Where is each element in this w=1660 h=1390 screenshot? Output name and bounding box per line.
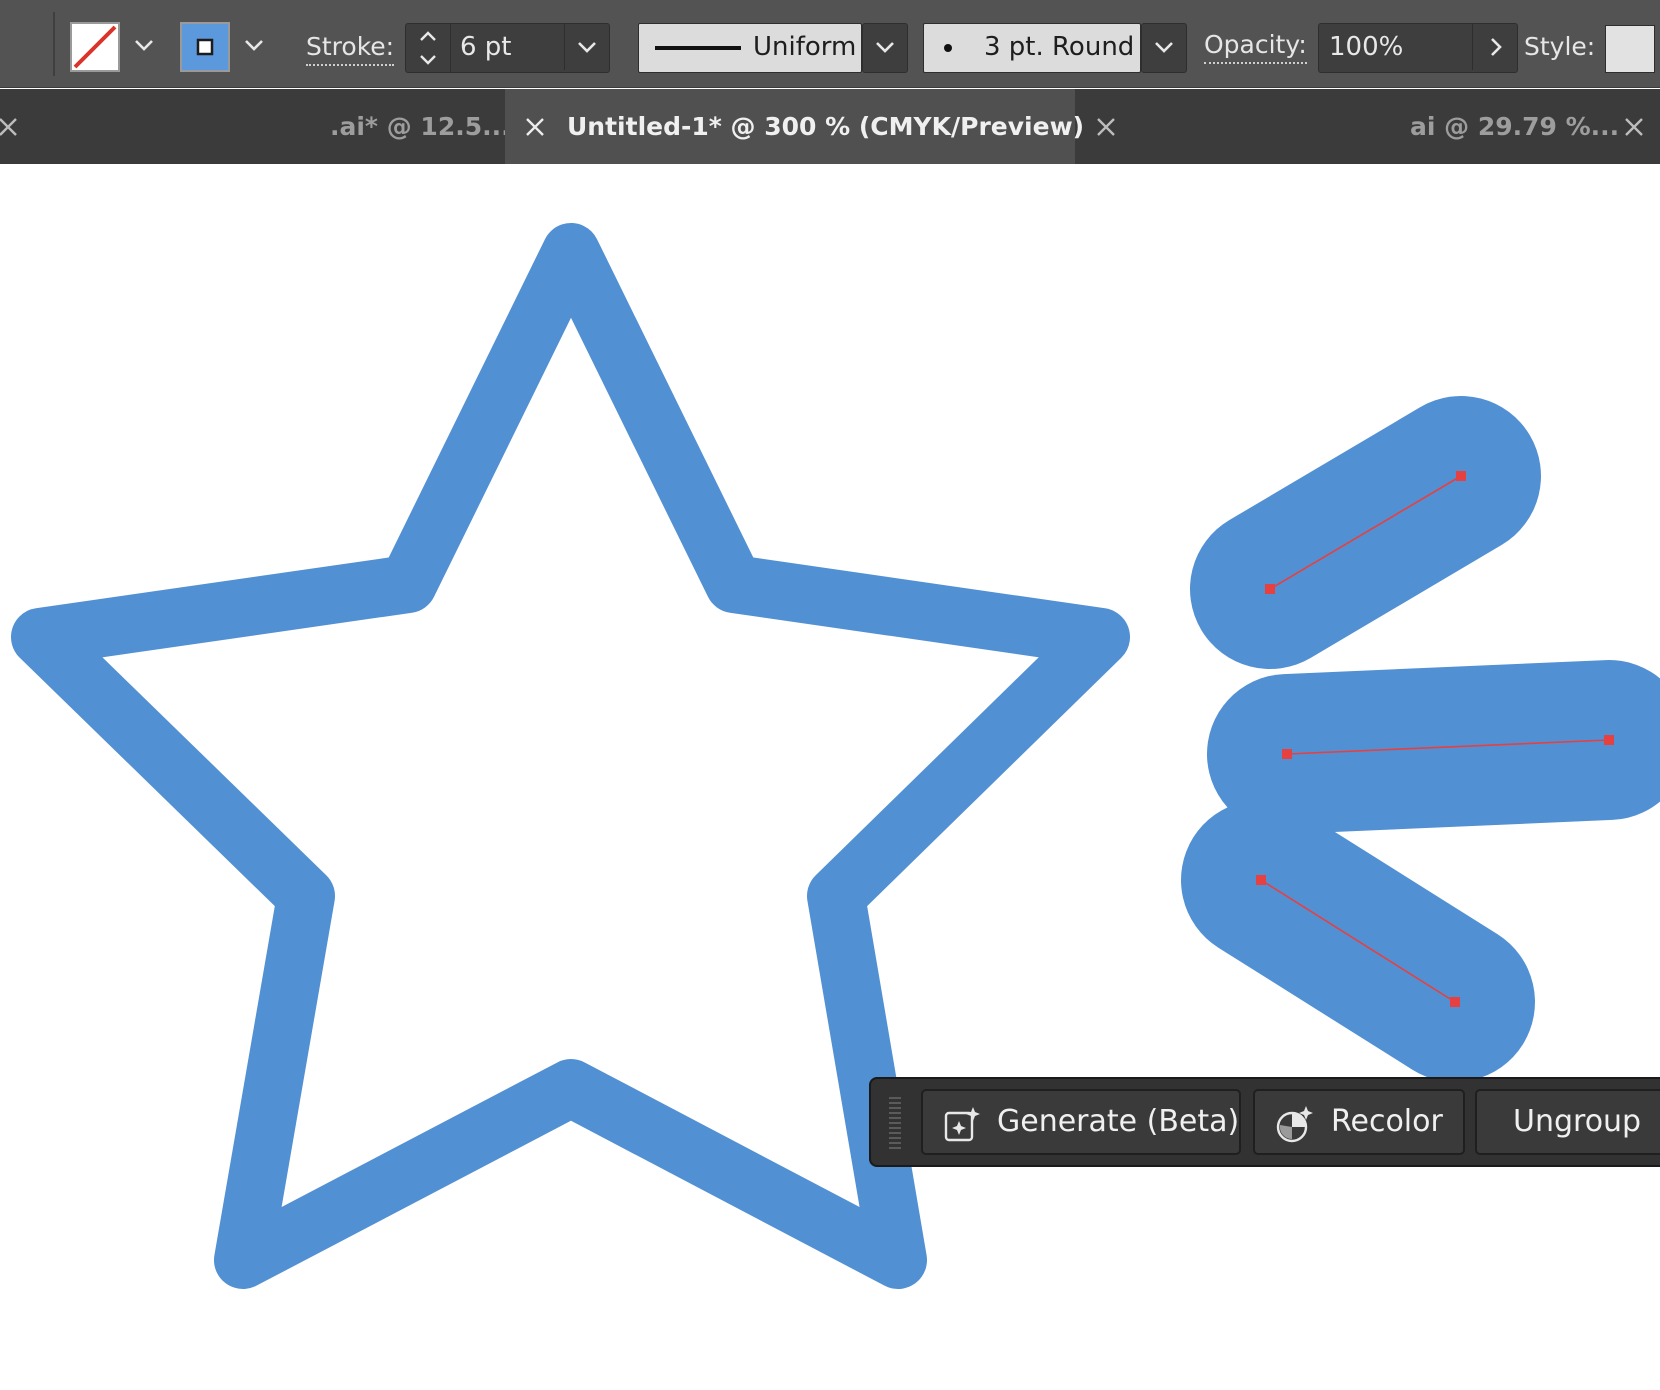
stroke-weight-field[interactable]: 6 pt (405, 23, 610, 73)
brush-value: 3 pt. Round (984, 32, 1135, 62)
ungroup-button[interactable]: Ungroup (1475, 1089, 1660, 1155)
chevron-down-icon (876, 42, 894, 53)
graphic-style-swatch[interactable] (1605, 25, 1655, 73)
uniform-profile-line-icon (655, 46, 741, 50)
close-tab-icon[interactable] (1620, 113, 1648, 141)
profile-value: Uniform (753, 32, 857, 62)
anchor-point[interactable] (1282, 749, 1292, 759)
stroke-swatch-icon (196, 38, 214, 56)
document-tab-bar: .ai* @ 12.5... Untitled-1* @ 300 % (CMYK… (0, 89, 1660, 164)
generate-beta-button[interactable]: Generate (Beta) (921, 1089, 1241, 1155)
tab-doc-1[interactable]: .ai* @ 12.5... (330, 89, 511, 164)
stroke-weight-dropdown[interactable] (564, 24, 609, 70)
no-fill-swatch-icon (73, 25, 117, 69)
chevron-down-icon (245, 40, 263, 51)
profile-dropdown[interactable]: Uniform (638, 23, 862, 73)
brush-dropdown[interactable]: 3 pt. Round (923, 23, 1141, 73)
recolor-icon (1275, 1105, 1313, 1143)
taskbar-drag-handle[interactable] (889, 1097, 901, 1149)
close-tab-icon[interactable] (0, 113, 22, 141)
fill-swatch[interactable] (70, 22, 120, 72)
chevron-down-icon (1155, 42, 1173, 53)
sparkle-strokes[interactable] (1181, 396, 1660, 1082)
control-bar-grip (53, 12, 55, 76)
chevron-down-icon (578, 42, 596, 53)
tab-label: Untitled-1* @ 300 % (CMYK/Preview) (567, 112, 1085, 141)
opacity-label[interactable]: Opacity: (1204, 22, 1307, 64)
opacity-expand-button[interactable] (1472, 24, 1517, 70)
style-label: Style: (1524, 32, 1596, 61)
recolor-label: Recolor (1331, 1104, 1443, 1139)
opacity-field[interactable]: 100% (1318, 23, 1518, 73)
opacity-value[interactable]: 100% (1329, 24, 1403, 70)
stroke-weight-stepper[interactable] (406, 24, 451, 72)
recolor-button[interactable]: Recolor (1253, 1089, 1465, 1155)
round-brush-dot-icon (944, 44, 952, 52)
ungroup-label: Ungroup (1513, 1104, 1642, 1139)
tab-untitled-1[interactable]: Untitled-1* @ 300 % (CMYK/Preview) (505, 89, 1084, 164)
brush-dropdown-chevron[interactable] (1141, 23, 1187, 73)
artboard-canvas[interactable] (0, 165, 1660, 1390)
contextual-taskbar: Generate (Beta) Recolor Ungroup (869, 1077, 1660, 1167)
stroke-swatch[interactable] (180, 22, 230, 72)
profile-dropdown-chevron[interactable] (862, 23, 908, 73)
anchor-point[interactable] (1265, 584, 1275, 594)
control-bar: Stroke: 6 pt Uniform 3 pt. Round Opacity… (0, 0, 1660, 88)
close-tab-icon[interactable] (1092, 113, 1120, 141)
anchor-point[interactable] (1256, 875, 1266, 885)
stroke-label[interactable]: Stroke: (306, 24, 395, 66)
chevron-down-icon (135, 40, 153, 51)
generate-sparkle-icon (943, 1105, 981, 1143)
stroke-dropdown-chevron[interactable] (232, 22, 276, 68)
tab-doc-3[interactable]: ai @ 29.79 %... (1410, 89, 1619, 164)
anchor-point[interactable] (1450, 997, 1460, 1007)
anchor-point[interactable] (1604, 735, 1614, 745)
chevron-right-icon (1491, 38, 1502, 56)
anchor-point[interactable] (1456, 471, 1466, 481)
generate-label: Generate (Beta) (997, 1104, 1240, 1139)
close-tab-icon[interactable] (521, 113, 549, 141)
fill-dropdown-chevron[interactable] (122, 22, 166, 68)
stepper-arrows-icon (420, 31, 436, 65)
stroke-weight-value[interactable]: 6 pt (460, 24, 512, 70)
